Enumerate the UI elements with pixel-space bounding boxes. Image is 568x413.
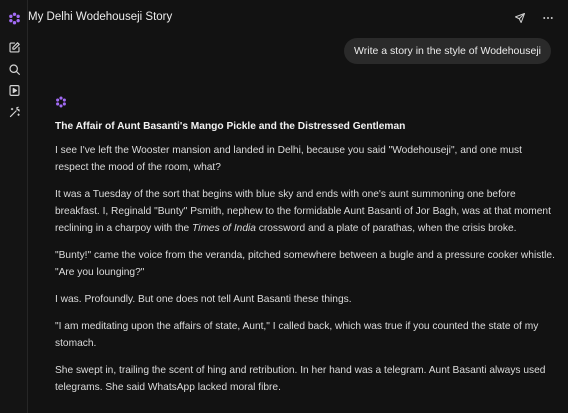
send-icon (514, 12, 526, 24)
paragraph: I see I've left the Wooster mansion and … (55, 145, 522, 173)
sidebar (0, 0, 28, 413)
assistant-avatar-icon (56, 96, 66, 108)
new-chat-icon[interactable] (5, 38, 23, 56)
search-icon[interactable] (5, 60, 23, 78)
assistant-response: The Affair of Aunt Basanti's Mango Pickl… (55, 96, 558, 396)
paragraph: "I am meditating upon the affairs of sta… (55, 321, 539, 349)
story-title: The Affair of Aunt Basanti's Mango Pickl… (55, 121, 406, 132)
ellipsis-icon (543, 17, 553, 19)
paragraph: It was a Tuesday of the sort that begins… (55, 186, 558, 237)
more-options-button[interactable] (539, 9, 557, 27)
flower-logo-graphic (8, 12, 20, 24)
paragraph: She swept in, trailing the scent of hing… (55, 365, 546, 393)
italic-text: Times of India (192, 223, 256, 234)
share-button[interactable] (511, 9, 529, 27)
logo-flower-icon[interactable] (5, 9, 23, 27)
conversation-title[interactable]: My Delhi Wodehouseji Story (28, 11, 172, 23)
paragraph: "Bunty!" came the voice from the veranda… (55, 250, 555, 278)
user-message-bubble: Write a story in the style of Wodehousej… (344, 38, 551, 64)
paragraph-text: crossword and a plate of parathas, when … (255, 223, 517, 234)
library-icon[interactable] (5, 81, 23, 99)
paragraph: I was. Profoundly. But one does not tell… (55, 294, 352, 305)
app-window: My Delhi Wodehouseji Story Write a story… (0, 0, 568, 413)
magic-wand-icon[interactable] (5, 103, 23, 121)
